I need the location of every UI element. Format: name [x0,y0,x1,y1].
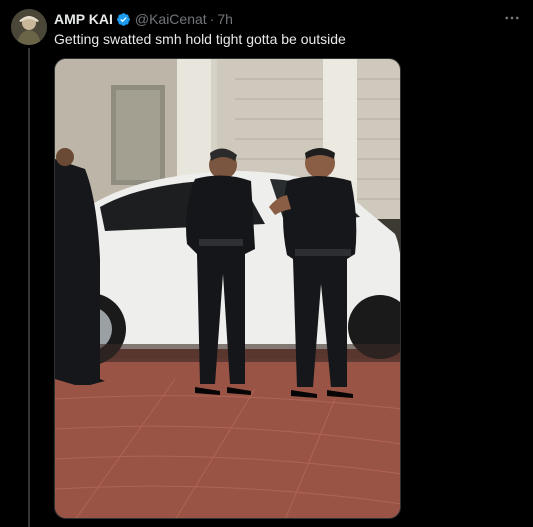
avatar-image [11,9,47,45]
header-separator: · [209,11,215,27]
display-name[interactable]: AMP KAI [54,11,113,27]
tweet[interactable]: AMP KAI @KaiCenat · 7h Getting swatted s… [0,0,533,527]
more-options-button[interactable] [502,8,522,28]
thread-connector-line [28,48,30,527]
avatar[interactable] [11,9,47,45]
timestamp[interactable]: 7h [217,11,233,27]
photo-police-officers-by-car [55,59,400,518]
more-horizontal-icon [505,16,519,20]
verified-badge-icon[interactable] [116,12,131,27]
tweet-media-photo[interactable] [54,58,401,519]
tweet-header: AMP KAI @KaiCenat · 7h [54,10,233,28]
tweet-text: Getting swatted smh hold tight gotta be … [54,31,346,47]
user-handle[interactable]: @KaiCenat [135,11,207,27]
